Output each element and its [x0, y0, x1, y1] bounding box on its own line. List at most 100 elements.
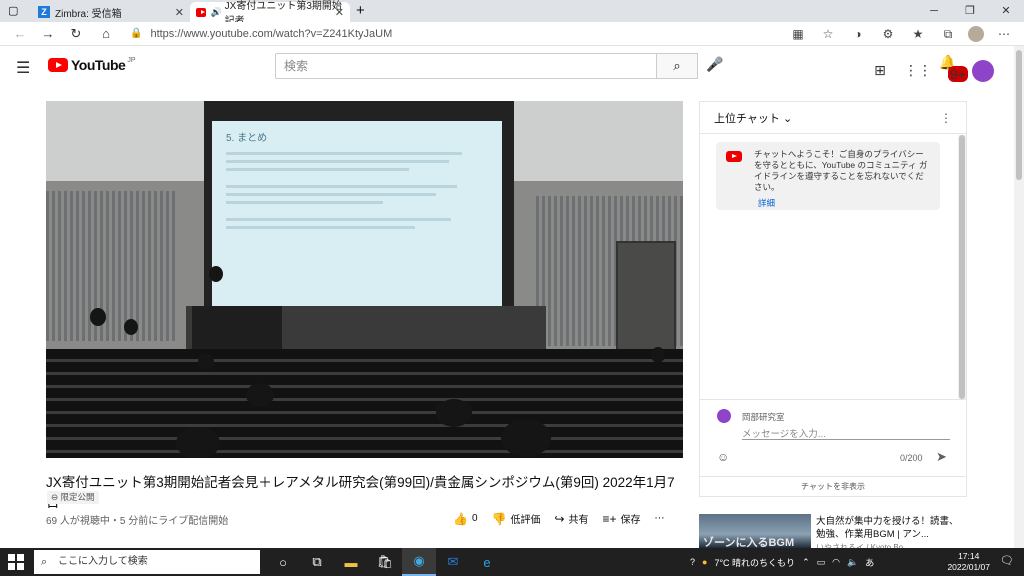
- recommended-title[interactable]: 大自然が集中力を授ける！読書、勉強、作業用BGM | アン...: [816, 515, 966, 541]
- youtube-icon: [196, 7, 207, 17]
- video-title: JX寄付ユニット第3期開始記者会見＋レアメタル研究会(第99回)/貴金属シンポジ…: [46, 475, 675, 510]
- back-icon[interactable]: ←: [10, 25, 30, 43]
- favorites-icon[interactable]: ★: [908, 25, 928, 43]
- page-scrollbar[interactable]: [1014, 46, 1024, 548]
- taskbar-search-input[interactable]: ⌕ ここに入力して検索: [34, 550, 260, 574]
- recommended-video[interactable]: ゾーンに入るBGM 大自然が集中力を授ける！読書、勉強、作業用BGM | アン.…: [699, 514, 967, 552]
- dislike-label: 低評価: [510, 515, 541, 526]
- share-icon: ↪: [554, 511, 565, 526]
- dislike-button[interactable]: 👎 低評価: [492, 511, 541, 527]
- home-icon[interactable]: ⌂: [96, 25, 116, 43]
- tray-chevron-icon[interactable]: ⌃: [802, 557, 810, 568]
- video-person: [436, 399, 472, 427]
- video-person: [246, 383, 274, 407]
- more-actions-button[interactable]: ⋯: [655, 513, 665, 524]
- chat-more-icon[interactable]: ⋮: [940, 111, 952, 125]
- visibility-badge: ⊖ 限定公開: [47, 491, 99, 504]
- window-close-icon[interactable]: ✕: [988, 0, 1024, 22]
- task-view-icon[interactable]: ⧉: [300, 548, 334, 576]
- ie-icon[interactable]: e: [470, 548, 504, 576]
- clock-time: 17:14: [958, 551, 980, 561]
- windows-start-icon[interactable]: [8, 554, 24, 570]
- learn-more-link[interactable]: 詳細: [758, 198, 932, 209]
- volume-icon[interactable]: 🔈: [847, 557, 858, 568]
- create-icon[interactable]: ⊞: [870, 62, 890, 79]
- link-icon: ⊖: [51, 492, 59, 502]
- search-input[interactable]: 検索: [275, 53, 657, 79]
- network-icon[interactable]: ▭: [817, 557, 826, 568]
- notification-center-icon[interactable]: 🗨: [1000, 554, 1014, 567]
- wifi-icon[interactable]: ◠: [832, 557, 840, 568]
- account-avatar[interactable]: [972, 59, 994, 82]
- close-icon[interactable]: ✕: [335, 6, 344, 19]
- maximize-icon[interactable]: ❐: [952, 0, 988, 22]
- tab-zimbra[interactable]: Z Zimbra: 受信箱 ✕: [32, 2, 190, 22]
- youtube-header: ☰ YouTube JP 検索 ⌕ 🎤 ⊞ ⋮⋮ 🔔9+: [0, 46, 1014, 86]
- chat-mode-dropdown[interactable]: 上位チャット ⌄: [714, 110, 792, 126]
- chat-message-input[interactable]: メッセージを入力...: [742, 426, 950, 440]
- share-button[interactable]: ↪ 共有: [554, 511, 589, 527]
- minimize-icon[interactable]: ─: [916, 0, 952, 22]
- mic-icon[interactable]: 🎤: [706, 56, 723, 73]
- youtube-play-icon: [48, 58, 68, 72]
- forward-icon[interactable]: →: [38, 25, 58, 43]
- bell-icon[interactable]: 🔔9+: [938, 54, 968, 87]
- lock-icon[interactable]: 🔒: [130, 25, 142, 43]
- reload-icon[interactable]: ↻: [66, 25, 86, 43]
- ime-indicator[interactable]: あ: [865, 556, 874, 569]
- store-icon[interactable]: 🛍: [368, 548, 402, 576]
- taskbar-clock[interactable]: 17:14 2022/01/07: [947, 551, 990, 573]
- more-icon: ⋯: [654, 513, 665, 524]
- chat-scrollbar[interactable]: [958, 135, 966, 399]
- send-icon[interactable]: ➤: [936, 449, 947, 465]
- video-podium: [192, 306, 282, 351]
- file-explorer-icon[interactable]: ▬: [334, 548, 368, 576]
- tab-youtube[interactable]: 🔊 JX寄付ユニット第3期開始記者 ✕: [190, 1, 350, 27]
- edge-icon[interactable]: ◉: [402, 548, 436, 576]
- chat-user-name: 岡部研究室: [742, 412, 785, 422]
- extension-icon[interactable]: ◑: [848, 25, 868, 43]
- mail-icon[interactable]: ✉: [436, 548, 470, 576]
- chevron-down-icon: ⌄: [782, 112, 793, 125]
- video-player[interactable]: 5. まとめ: [46, 101, 683, 458]
- tab-actions-icon[interactable]: ▢: [8, 4, 18, 17]
- like-button[interactable]: 👍 0: [453, 512, 478, 526]
- tab-label: Zimbra: 受信箱: [55, 8, 122, 20]
- chat-user-avatar: [717, 409, 731, 423]
- chat-scrollbar-thumb[interactable]: [959, 135, 965, 399]
- url-field[interactable]: 🔒 https://www.youtube.com/watch?v=Z241Kt…: [130, 25, 780, 43]
- help-icon[interactable]: ?: [690, 557, 695, 567]
- visibility-label: 限定公開: [60, 492, 95, 502]
- cortana-icon[interactable]: ○: [266, 548, 300, 576]
- search-button[interactable]: ⌕: [656, 53, 698, 79]
- hamburger-icon[interactable]: ☰: [16, 58, 30, 78]
- video-speaker: [209, 266, 223, 282]
- apps-icon[interactable]: ▦: [788, 25, 808, 43]
- scrollbar-thumb[interactable]: [1016, 50, 1022, 180]
- menu-icon[interactable]: ⋯: [994, 25, 1014, 43]
- save-button[interactable]: ≡+ 保存: [603, 511, 641, 527]
- close-icon[interactable]: ✕: [175, 6, 184, 19]
- video-actions: 👍 0 👎 低評価 ↪ 共有 ≡+ 保存 ⋯: [453, 511, 679, 527]
- header-actions: ⊞ ⋮⋮ 🔔9+: [870, 54, 994, 87]
- favorite-add-icon[interactable]: ☆: [818, 25, 838, 43]
- puzzle-icon[interactable]: ⚙: [878, 25, 898, 43]
- apps-grid-icon[interactable]: ⋮⋮: [904, 62, 932, 79]
- youtube-logo[interactable]: YouTube JP: [48, 57, 135, 73]
- collections-icon[interactable]: ⧉: [938, 25, 958, 43]
- chat-header: 上位チャット ⌄ ⋮: [700, 102, 966, 134]
- taskbar-search-placeholder: ここに入力して検索: [58, 556, 148, 567]
- system-tray: ? ● 7°C 晴れのちくもり ⌃ ▭ ◠ 🔈 あ: [690, 548, 874, 576]
- hide-chat-button[interactable]: チャットを非表示: [700, 476, 966, 496]
- video-person: [501, 419, 551, 457]
- emoji-icon[interactable]: ☺: [717, 450, 729, 464]
- weather-text[interactable]: 7°C 晴れのちくもり: [714, 556, 795, 569]
- share-label: 共有: [568, 515, 589, 526]
- recommended-thumbnail[interactable]: ゾーンに入るBGM: [699, 514, 811, 548]
- speaker-icon[interactable]: 🔊: [210, 7, 221, 18]
- region-code: JP: [127, 57, 136, 64]
- taskbar-apps: ○ ⧉ ▬ 🛍 ◉ ✉ e: [266, 548, 504, 576]
- new-tab-button[interactable]: +: [356, 2, 365, 19]
- profile-avatar[interactable]: [968, 26, 984, 42]
- thumbs-up-icon: 👍: [453, 511, 468, 526]
